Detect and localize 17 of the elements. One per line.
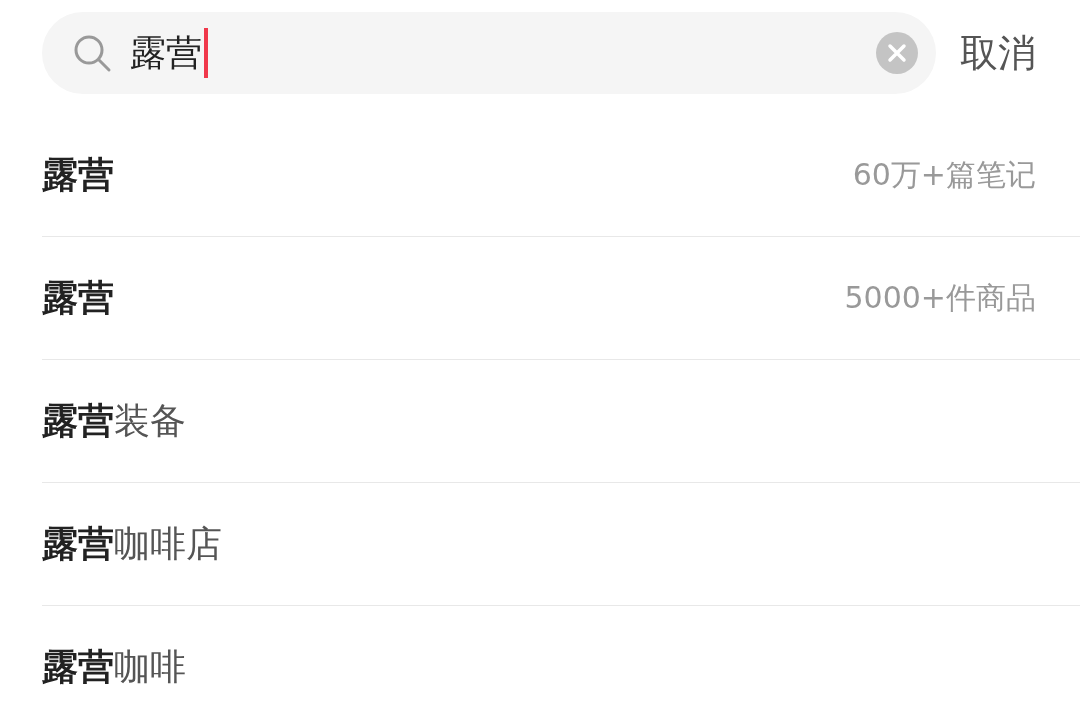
suggestion-item[interactable]: 露营装备 bbox=[42, 360, 1080, 483]
suggestion-text: 露营咖啡店 bbox=[42, 521, 222, 566]
suggestion-text: 露营装备 bbox=[42, 398, 186, 443]
text-caret bbox=[204, 28, 208, 78]
suggestion-text: 露营咖啡 bbox=[42, 644, 186, 689]
suggestion-text: 露营 bbox=[42, 152, 114, 197]
search-field[interactable]: 露营 bbox=[42, 12, 936, 94]
suggestion-item[interactable]: 露营 60万+篇笔记 bbox=[42, 114, 1080, 237]
search-icon bbox=[72, 33, 112, 73]
suggestion-item[interactable]: 露营咖啡店 bbox=[42, 483, 1080, 606]
suggestion-text: 露营 bbox=[42, 275, 114, 320]
result-count: 5000+件商品 bbox=[844, 278, 1036, 317]
result-count: 60万+篇笔记 bbox=[852, 155, 1036, 194]
clear-icon[interactable] bbox=[876, 32, 918, 74]
cancel-button[interactable]: 取消 bbox=[960, 27, 1036, 79]
suggestion-item[interactable]: 露营咖啡 bbox=[42, 606, 1080, 717]
suggestion-item[interactable]: 露营 5000+件商品 bbox=[42, 237, 1080, 360]
